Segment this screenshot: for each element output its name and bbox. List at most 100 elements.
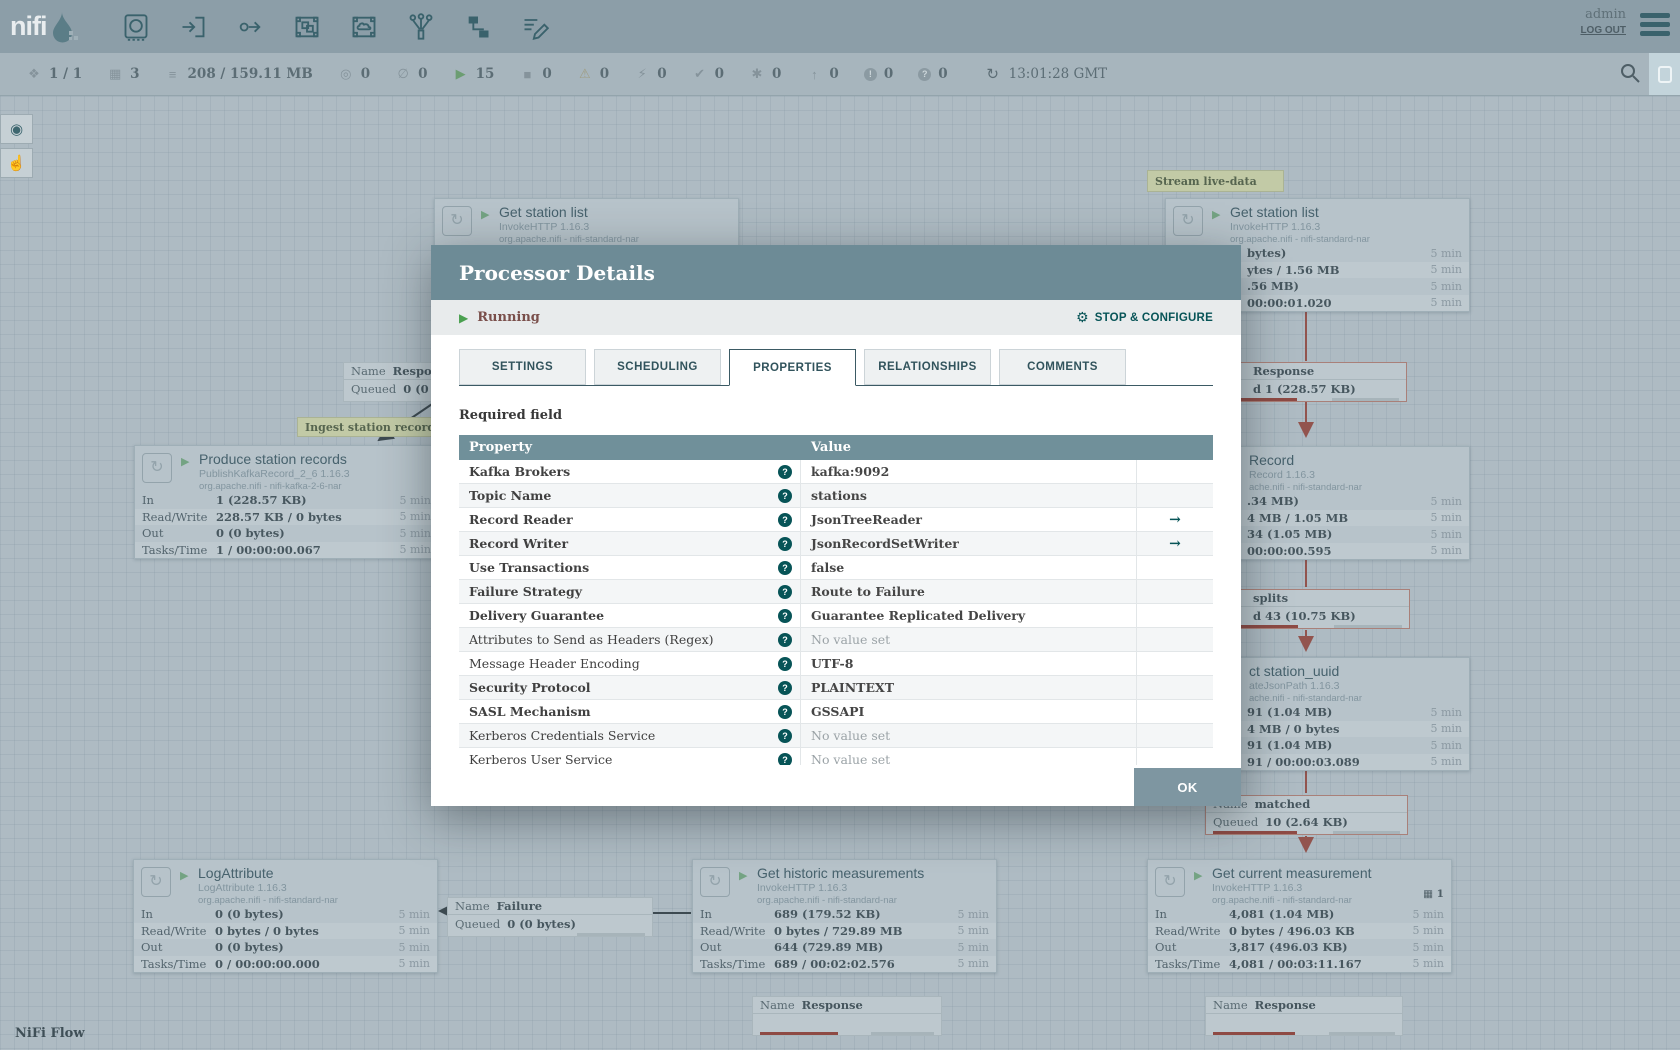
stop-and-configure-button[interactable]: ⚙ STOP & CONFIGURE [1076, 309, 1213, 326]
required-field-note: Required field [459, 408, 563, 423]
asterisk-icon: ✱ [751, 66, 763, 81]
help-icon[interactable]: ? [778, 512, 792, 527]
help-icon[interactable]: ? [778, 560, 792, 575]
property-value-cell[interactable]: JsonTreeReader [801, 508, 1137, 531]
property-value-cell[interactable]: kafka:9092 [801, 460, 1137, 483]
help-icon[interactable]: ? [778, 632, 792, 647]
help-icon[interactable]: ? [778, 608, 792, 623]
help-icon[interactable]: ? [778, 704, 792, 719]
run-indicator-icon: ▶ [1212, 209, 1221, 221]
property-row: Kafka Brokers? kafka:9092 [459, 460, 1213, 484]
processor-icon[interactable] [121, 12, 151, 42]
stat-row: Out 0 (0 bytes) 5 min [142, 526, 431, 541]
refresh-status[interactable]: ↻ 13:01:28 GMT [985, 65, 1107, 83]
processor-log-attribute[interactable]: ↻ ▶ LogAttribute LogAttribute 1.16.3 org.apa… [133, 859, 438, 973]
input-port-icon[interactable] [178, 12, 208, 42]
property-value-cell[interactable]: No value set [801, 748, 1137, 765]
operate-palette-button[interactable]: ☝ [0, 148, 33, 178]
property-value-cell[interactable]: Guarantee Replicated Delivery [801, 604, 1137, 627]
property-value-cell[interactable]: UTF-8 [801, 652, 1137, 675]
stat-row: In 1 (228.57 KB) 5 min [142, 493, 431, 508]
stat-row: Read/Write 0 bytes / 496.03 KB 5 min [1148, 922, 1451, 939]
help-icon[interactable]: ? [778, 752, 792, 765]
processor-get-current-measurement[interactable]: ↻ ▶ Get current measurement InvokeHTTP 1.16… [1147, 859, 1452, 973]
warning-icon: ⚠ [578, 66, 591, 81]
canvas-label-ingest-station-records[interactable]: Ingest station records [297, 417, 441, 437]
property-value-cell[interactable]: PLAINTEXT [801, 676, 1137, 699]
nifi-logo-text: nifi [10, 11, 47, 41]
property-value-cell[interactable]: JsonRecordSetWriter [801, 532, 1137, 555]
tab-comments[interactable]: COMMENTS [999, 349, 1126, 385]
help-icon[interactable]: ? [778, 728, 792, 743]
ok-button[interactable]: OK [1134, 768, 1241, 806]
property-name-cell: Topic Name? [459, 484, 801, 507]
canvas-panel-button[interactable] [1649, 53, 1680, 95]
not-transmitting-status: ∅ 0 [395, 66, 428, 82]
template-icon[interactable] [463, 12, 493, 42]
run-indicator-icon: ▶ [739, 870, 748, 882]
property-value-cell[interactable]: No value set [801, 724, 1137, 747]
help-icon[interactable]: ? [778, 656, 792, 671]
property-value-cell[interactable]: stations [801, 484, 1137, 507]
help-icon[interactable]: ? [778, 488, 792, 503]
canvas-label-stream-live-data[interactable]: Stream live-data [1147, 170, 1284, 192]
goto-cell [1137, 556, 1213, 579]
tab-settings[interactable]: SETTINGS [459, 349, 586, 385]
property-row: Attributes to Send as Headers (Regex)? No… [459, 628, 1213, 652]
column-value: Value [811, 440, 851, 455]
global-menu-icon[interactable] [1640, 13, 1670, 40]
tab-relationships[interactable]: RELATIONSHIPS [864, 349, 991, 385]
sync-failure-status: ? 0 [918, 66, 948, 82]
stat-row: Out 644 (729.89 MB) 5 min [700, 940, 989, 955]
property-value-cell[interactable]: No value set [801, 628, 1137, 651]
help-icon[interactable]: ? [778, 680, 792, 695]
remote-process-group-icon[interactable] [349, 12, 379, 42]
panel-icon [1657, 65, 1672, 83]
stat-row: In 4,081 (1.04 MB) 5 min [1155, 907, 1444, 922]
connection-label-response-bottom-mid[interactable]: Name Response [752, 996, 942, 1036]
goto-cell [1137, 604, 1213, 627]
invalid-status: ⚠ 0 [577, 66, 609, 82]
cluster-icon: ❖ [28, 66, 40, 81]
transmitting-status: ◎ 0 [338, 66, 370, 82]
property-row: Use Transactions? false [459, 556, 1213, 580]
goto-cell [1137, 700, 1213, 723]
breadcrumb[interactable]: NiFi Flow [15, 1026, 85, 1041]
stat-row: In 0 (0 bytes) 5 min [141, 907, 430, 922]
goto-service-icon[interactable]: → [1169, 536, 1181, 552]
help-icon[interactable]: ? [778, 536, 792, 551]
help-icon[interactable]: ? [778, 464, 792, 479]
property-value-cell[interactable]: Route to Failure [801, 580, 1137, 603]
output-port-icon[interactable] [235, 12, 265, 42]
processor-get-historic-measurements[interactable]: ↻ ▶ Get historic measurements InvokeHTTP 1.… [692, 859, 997, 973]
property-name-cell: Record Writer? [459, 532, 801, 555]
goto-cell [1137, 460, 1213, 483]
processor-box-icon: ↻ [141, 867, 171, 897]
processor-box-icon: ↻ [142, 453, 172, 483]
active-threads-status: ▦ 3 [108, 66, 140, 82]
label-icon[interactable] [520, 12, 550, 42]
processor-bundle: org.apache.nifi - nifi-standard-nar [198, 895, 338, 906]
tab-properties[interactable]: PROPERTIES [729, 349, 856, 386]
logout-link[interactable]: LOG OUT [1580, 25, 1626, 36]
property-name-cell: Kerberos Credentials Service? [459, 724, 801, 747]
tab-scheduling[interactable]: SCHEDULING [594, 349, 721, 385]
property-row: Failure Strategy? Route to Failure [459, 580, 1213, 604]
property-value-cell[interactable]: GSSAPI [801, 700, 1137, 723]
goto-cell [1137, 580, 1213, 603]
help-icon[interactable]: ? [778, 584, 792, 599]
process-group-icon[interactable] [292, 12, 322, 42]
processor-box-icon: ↻ [700, 867, 730, 897]
property-value-cell[interactable]: false [801, 556, 1137, 579]
navigate-palette-button[interactable]: ◉ [0, 114, 33, 144]
connection-label-failure[interactable]: Name Failure Queued 0 (0 bytes) [447, 897, 653, 937]
funnel-icon[interactable] [406, 12, 436, 42]
search-button[interactable] [1620, 63, 1640, 87]
goto-service-icon[interactable]: → [1169, 512, 1181, 528]
connection-label-response-bottom-right[interactable]: Name Response [1205, 996, 1403, 1036]
property-row: Delivery Guarantee? Guarantee Replicated … [459, 604, 1213, 628]
property-row: Record Reader? JsonTreeReader → [459, 508, 1213, 532]
run-indicator-icon: ▶ [1194, 870, 1203, 882]
current-user: admin [1585, 7, 1626, 22]
processor-produce-station-records[interactable]: ↻ ▶ Produce station records PublishKafkaRec… [134, 445, 439, 559]
